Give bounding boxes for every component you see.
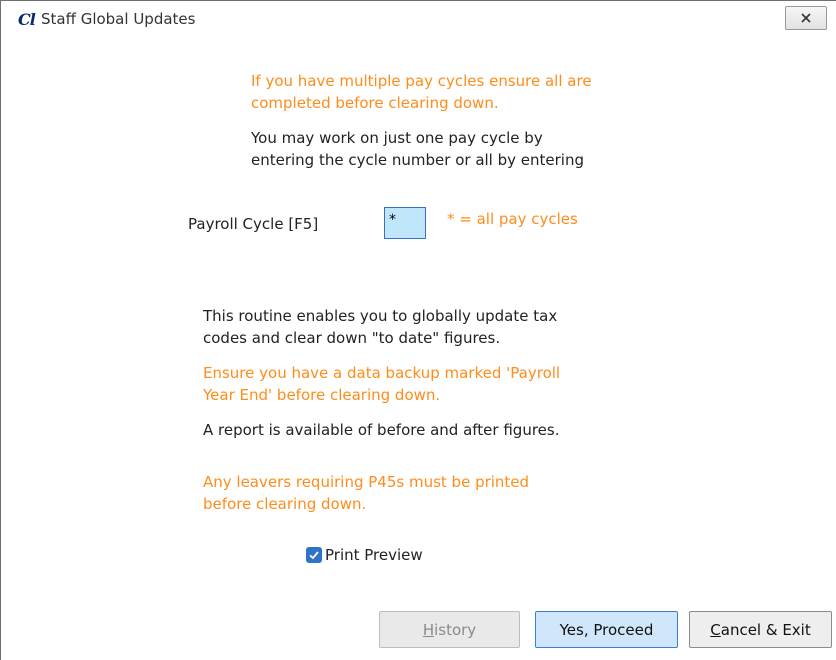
payroll-cycle-label: Payroll Cycle [F5] <box>188 215 319 233</box>
leavers-warning-line2: before clearing down. <box>203 495 367 513</box>
cancel-button-mnemonic: C <box>710 620 721 639</box>
window-title: Staff Global Updates <box>41 10 196 28</box>
pay-cycles-warning-line1: If you have multiple pay cycles ensure a… <box>251 72 592 90</box>
cycle-info-line2: entering the cycle number or all by ente… <box>251 151 584 169</box>
backup-warning-line1: Ensure you have a data backup marked 'Pa… <box>203 364 561 382</box>
print-preview-label: Print Preview <box>325 546 423 564</box>
leavers-warning-line1: Any leavers requiring P45s must be print… <box>203 473 530 491</box>
history-button[interactable]: History <box>379 611 520 648</box>
history-button-mnemonic: H <box>422 620 435 639</box>
app-logo: Cl <box>18 10 36 29</box>
staff-global-updates-dialog: Cl Staff Global Updates If you have mult… <box>0 0 836 660</box>
cycle-info-line1: You may work on just one pay cycle by <box>251 129 543 147</box>
print-preview-option[interactable]: Print Preview <box>306 546 423 564</box>
checkmark-icon <box>309 551 319 560</box>
history-button-label: istory <box>434 620 477 639</box>
close-button[interactable] <box>785 6 827 30</box>
title-bar: Cl Staff Global Updates <box>1 1 836 38</box>
cancel-exit-button[interactable]: Cancel & Exit <box>689 611 832 648</box>
payroll-cycle-input[interactable]: * <box>384 207 426 239</box>
close-icon <box>800 12 812 24</box>
cancel-button-label: ancel & Exit <box>720 620 811 639</box>
report-info: A report is available of before and afte… <box>203 421 560 439</box>
payroll-cycle-hint: * = all pay cycles <box>447 210 578 228</box>
pay-cycles-warning-line2: completed before clearing down. <box>251 94 499 112</box>
backup-warning-line2: Year End' before clearing down. <box>203 386 441 404</box>
routine-info-line1: This routine enables you to globally upd… <box>203 307 558 325</box>
routine-info-line2: codes and clear down "to date" figures. <box>203 329 501 347</box>
print-preview-checkbox[interactable] <box>306 547 322 563</box>
yes-proceed-button-label: Yes, Proceed <box>559 620 654 639</box>
yes-proceed-button[interactable]: Yes, Proceed <box>535 611 678 648</box>
